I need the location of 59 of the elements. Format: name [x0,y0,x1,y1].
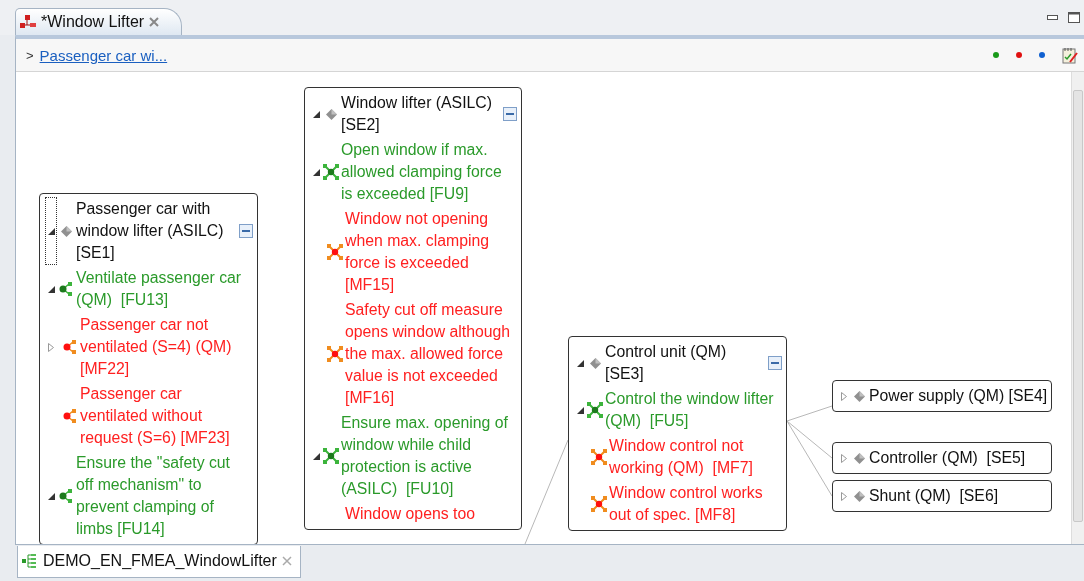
malfunction-text: Safety cut off measure opens window although the max. allowed force value is not exceeded [MF16] [345,300,511,408]
dot-button[interactable] [993,52,999,58]
malfunction-text: Passenger car ventilated without request (S=6) [MF23] [80,384,231,448]
collapsed-arrow-icon[interactable] [841,453,847,463]
diamond-icon [853,452,865,464]
function-text: Control the window lifter (QM) [FU5] [605,389,775,431]
editor-tab[interactable]: *Window Lifter [15,8,183,35]
node-title: Controller (QM) [SE5] [869,448,1027,468]
malfunction-text: Window control not working (QM) [MF7] [609,436,754,478]
expanded-arrow-icon[interactable] [576,406,584,414]
diamond-icon [325,108,337,120]
notepad-icon[interactable] [1062,46,1078,64]
scrollbar[interactable] [1071,72,1084,544]
node-box[interactable] [304,87,522,530]
expanded-arrow-icon[interactable] [576,359,584,367]
collapsed-arrow-icon[interactable] [841,491,847,501]
expanded-arrow-icon[interactable] [47,285,55,293]
function-text: Ventilate passenger car (QM) [FU13] [76,268,243,310]
expanded-arrow-icon[interactable] [312,110,320,118]
malfunction-text: Passenger car not ventilated (S=4) (QM) [MF22] [80,315,233,379]
function-text: Ensure the "safety cut off mechanism" to prevent clamping of limbs [FU14] [76,453,231,539]
breadcrumb-link[interactable]: Passenger car wi... [39,46,168,64]
diamond-icon [853,390,865,402]
node-box[interactable]: Controller (QM) [SE5] [832,442,1052,474]
expanded-arrow-icon[interactable] [47,492,55,500]
expanded-arrow-icon[interactable] [47,227,55,235]
node-box[interactable] [39,193,258,544]
node-title: Power supply (QM) [SE4] [869,386,1049,406]
collapsed-arrow-icon[interactable] [841,391,847,401]
maximize-icon[interactable] [1068,12,1080,23]
diamond-icon [60,225,72,237]
tree-icon [22,553,38,569]
function-text: Open window if max. allowed clamping force is exceeded [FU9] [341,140,503,204]
collapsed-arrow-icon[interactable] [48,342,54,352]
dot-button[interactable] [1016,52,1022,58]
node-box[interactable]: Control unit (QM) [SE3] Control the window lifter (QM) [FU5] Window control not working (QM) [MF7] Window control works out of spec. [MF8] [568,336,787,531]
close-icon[interactable] [149,17,160,27]
function-text: Ensure max. opening of window while child protection is active (ASILC) [FU10] [341,413,509,499]
node-box[interactable]: Shunt (QM) [SE6] [832,480,1052,512]
dot-button[interactable] [1039,52,1045,58]
node-title: Window lifter (ASILC) [SE2] [341,93,493,135]
node-title: Control unit (QM) [SE3] [605,342,728,384]
node-box[interactable]: Power supply (QM) [SE4] [832,380,1052,412]
expanded-arrow-icon[interactable] [312,452,320,460]
malfunction-text: Window not opening when max. clamping force is exceeded [MF15] [345,209,490,295]
collapse-button[interactable] [768,356,782,370]
expanded-arrow-icon[interactable] [312,168,320,176]
diamond-icon [853,490,865,502]
view-tab[interactable]: DEMO_EN_FMEA_WindowLifter [17,545,301,578]
collapse-button[interactable] [503,107,517,121]
diamond-icon [589,357,601,369]
breadcrumb-separator: > [26,47,34,63]
malfunction-text: Window opens too [345,504,476,524]
malfunction-text: Window control works out of spec. [MF8] [609,483,764,525]
node-title: Shunt (QM) [SE6] [869,486,1000,506]
minimize-icon[interactable] [1047,15,1058,20]
collapse-button[interactable] [239,224,253,238]
diagram-icon [20,15,36,29]
node-title: Passenger car with window lifter (ASILC) [SE1] [76,199,225,263]
